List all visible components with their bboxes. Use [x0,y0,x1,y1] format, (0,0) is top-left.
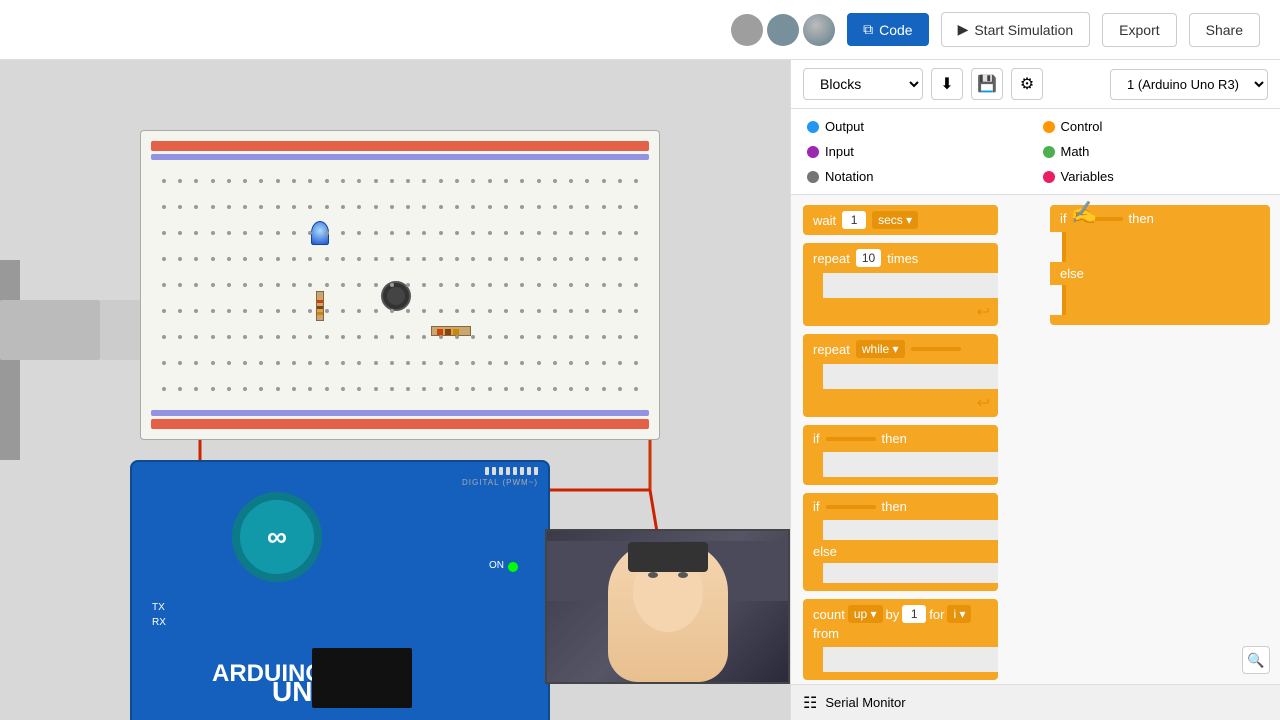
repeat-while-dropdown[interactable]: while ▾ [856,340,905,358]
math-label: Math [1061,144,1090,159]
input-dot [807,146,819,158]
serial-monitor-icon: ☷ [803,693,817,713]
variables-label: Variables [1061,169,1114,184]
repeat-while-label: repeat [813,342,850,357]
then-label-1: then [882,431,907,446]
count-label: count [813,607,845,622]
then-label-2: then [882,499,907,514]
output-dot [807,121,819,133]
download-button[interactable]: ⬇ [931,68,963,100]
if-condition-1 [826,437,876,441]
export-label: Export [1119,22,1159,38]
video-face [547,531,788,682]
blocks-toolbar: Blocks ⬇ 💾 ⚙ 1 (Arduino Uno R3) [791,60,1280,109]
count-for-var[interactable]: i ▾ [947,605,971,623]
main-content: ∞ ARDUINO UNO TX RX ON POWER ANALOG IN [0,60,1280,720]
if-then-block[interactable]: if then [803,425,998,485]
notation-label: Notation [825,169,873,184]
float-if-label: if [1060,211,1067,226]
if-label-2: if [813,499,820,514]
video-overlay [545,529,790,684]
topbar: ⧉ Code ▶ Start Simulation Export Share [0,0,1280,60]
blocks-left-column: wait 1 secs ▾ repeat 10 times [803,205,998,680]
repeat-label: repeat [813,251,850,266]
serial-monitor-label[interactable]: Serial Monitor [825,695,905,710]
category-tags: Output Control Input Math Notation Varia… [791,109,1280,195]
share-label: Share [1206,22,1243,38]
if-condition-2 [826,505,876,509]
blocks-dropdown[interactable]: Blocks [803,68,923,100]
notation-dot [807,171,819,183]
repeat-value[interactable]: 10 [856,249,881,267]
float-else-label: else [1060,266,1084,281]
share-button[interactable]: Share [1189,13,1260,47]
save-button[interactable]: 💾 [971,68,1003,100]
math-dot [1043,146,1055,158]
cat-output[interactable]: Output [803,117,1033,136]
float-if-condition [1073,217,1123,221]
float-then-label: then [1129,211,1154,226]
if-label-1: if [813,431,820,446]
cat-input[interactable]: Input [803,142,1033,161]
count-block[interactable]: count up ▾ by 1 for i ▾ from [803,599,998,680]
avatar-1 [731,14,763,46]
device-dropdown[interactable]: 1 (Arduino Uno R3) [1110,69,1268,100]
code-icon: ⧉ [863,21,873,38]
control-label: Control [1061,119,1103,134]
floating-if-else-block[interactable]: ✍ if then else [1050,205,1270,325]
else-label: else [813,544,837,559]
repeat-unit: times [887,251,918,266]
wait-unit[interactable]: secs ▾ [872,211,918,229]
wait-block[interactable]: wait 1 secs ▾ [803,205,998,235]
code-label: Code [879,22,912,38]
settings-button[interactable]: ⚙ [1011,68,1043,100]
avatar-2 [767,14,799,46]
video-person [608,542,728,682]
count-dir[interactable]: up ▾ [848,605,883,623]
simulate-button[interactable]: ▶ Start Simulation [941,12,1091,47]
repeat-while-block[interactable]: repeat while ▾ ↩ [803,334,998,417]
simulate-icon: ▶ [958,21,969,38]
simulate-label: Start Simulation [974,22,1073,38]
repeat-times-block[interactable]: repeat 10 times ↩ [803,243,998,326]
bottom-bar: ☷ Serial Monitor [791,684,1280,720]
arduino-board: ∞ ARDUINO UNO TX RX ON POWER ANALOG IN [130,460,550,720]
control-dot [1043,121,1055,133]
count-by-value[interactable]: 1 [902,605,926,623]
cat-notation[interactable]: Notation [803,167,1033,186]
variables-dot [1043,171,1055,183]
wait-value[interactable]: 1 [842,211,866,229]
repeat-arrow: ↩ [977,302,990,322]
cat-variables[interactable]: Variables [1039,167,1269,186]
gray-item-1 [0,300,100,360]
code-button[interactable]: ⧉ Code [847,13,928,46]
repeat-while-arrow: ↩ [977,393,990,413]
blocks-area: wait 1 secs ▾ repeat 10 times [791,195,1280,684]
if-then-else-block[interactable]: if then else [803,493,998,591]
video-hat [628,542,708,572]
for-label: for [929,607,944,622]
from-label: from [813,626,839,641]
wait-label: wait [813,213,836,228]
by-label: by [886,607,900,622]
avatar-group [731,14,835,46]
cat-control[interactable]: Control [1039,117,1269,136]
output-label: Output [825,119,864,134]
repeat-while-condition [911,347,961,351]
circuit-area: ∞ ARDUINO UNO TX RX ON POWER ANALOG IN [0,60,790,720]
cat-math[interactable]: Math [1039,142,1269,161]
zoom-button[interactable]: 🔍 [1242,646,1270,674]
avatar-3 [803,14,835,46]
export-button[interactable]: Export [1102,13,1176,47]
input-label: Input [825,144,854,159]
sidebar: Blocks ⬇ 💾 ⚙ 1 (Arduino Uno R3) Output C… [790,60,1280,720]
breadboard [140,130,660,440]
left-panel [0,260,20,460]
